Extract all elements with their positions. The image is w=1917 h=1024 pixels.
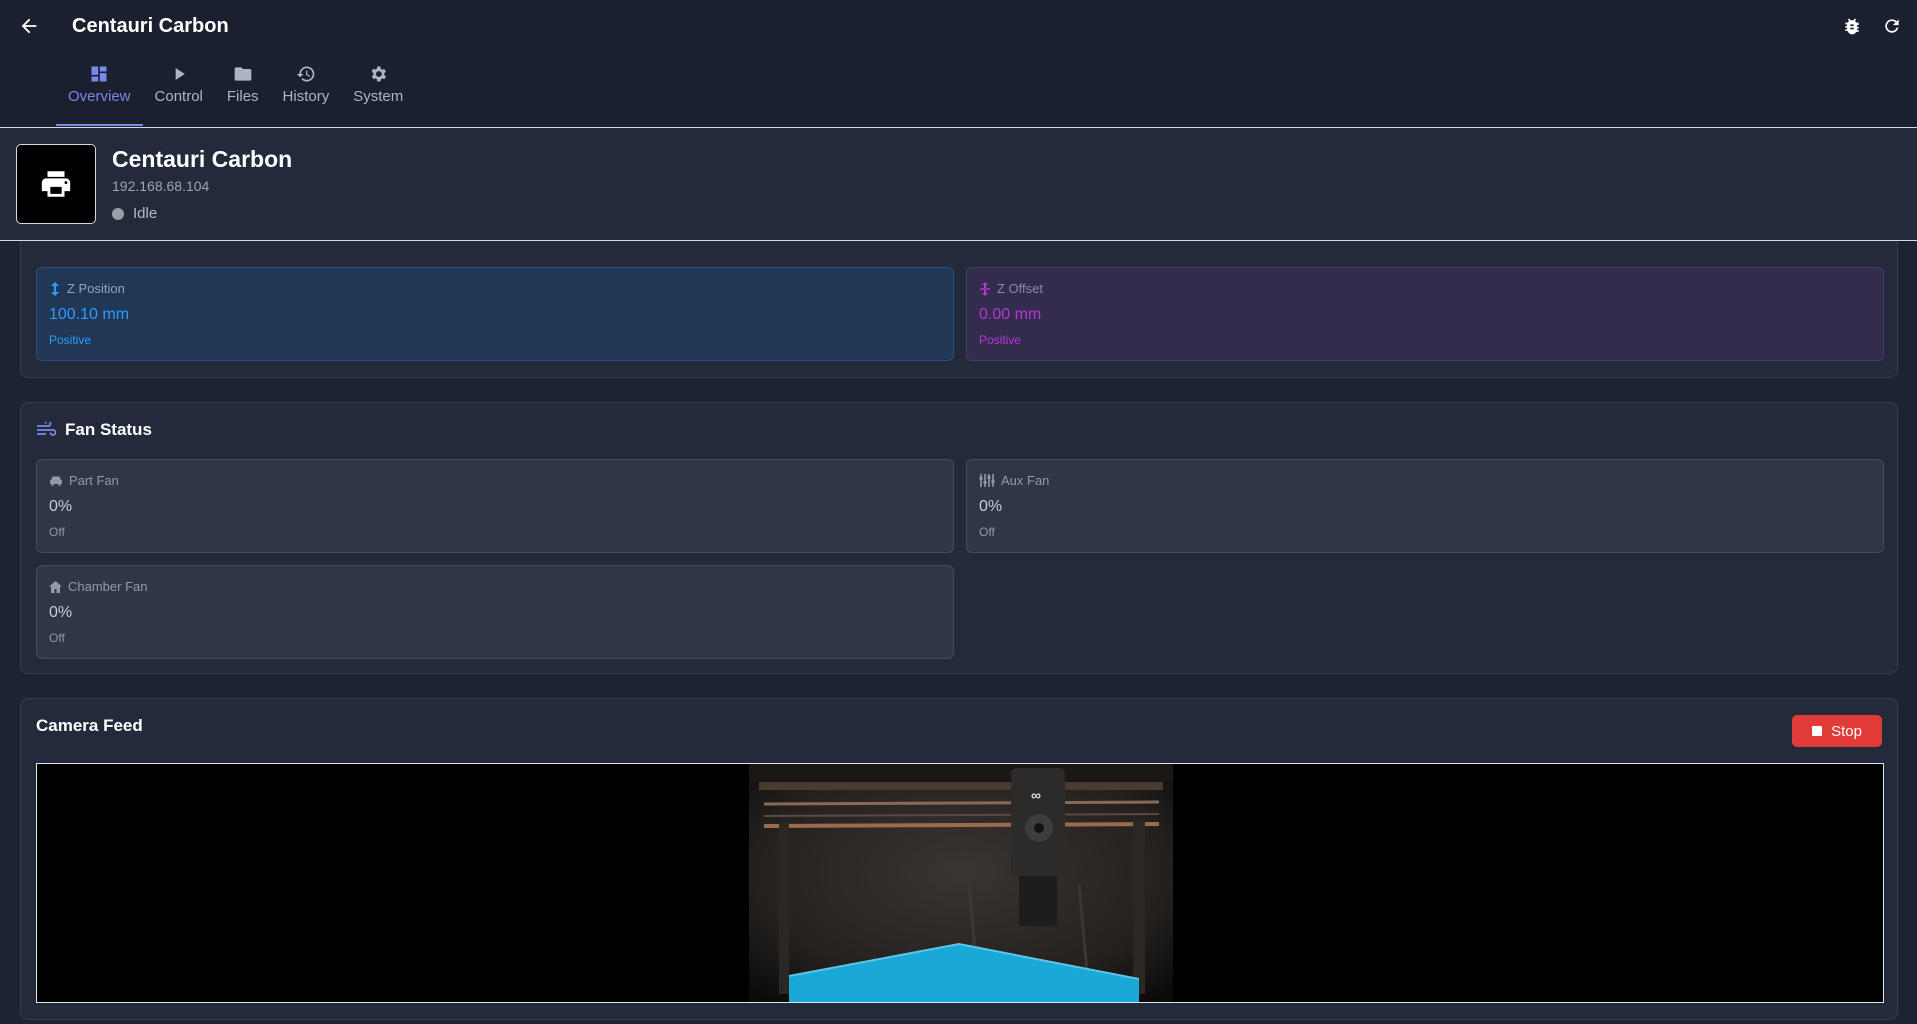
z-position-label: Z Position	[67, 281, 125, 296]
z-position-value: 100.10 mm	[49, 306, 130, 323]
chamber-fan-tile: Chamber Fan 0% Off	[36, 565, 954, 659]
printer-status-text: Idle	[133, 205, 158, 222]
part-fan-label-row: Part Fan	[49, 473, 119, 488]
aux-fan-label: Aux Fan	[1001, 473, 1050, 488]
top-actions	[1837, 11, 1907, 41]
printer-name: Centauri Carbon	[112, 146, 293, 172]
z-offset-label: Z Offset	[997, 281, 1043, 296]
refresh-icon	[1885, 19, 1899, 33]
z-offset-label-row: Z Offset	[979, 281, 1043, 296]
app-bar: Centauri Carbon Overview Control Files H…	[0, 0, 1917, 127]
camera-feed-title: Camera Feed	[36, 716, 143, 735]
aux-fan-sub: Off	[979, 525, 995, 539]
home-icon	[49, 580, 62, 593]
z-position-label-row: Z Position	[49, 281, 125, 296]
camera-feed-section: Camera Feed Stop ∞	[20, 698, 1898, 1020]
z-offset-value: 0.00 mm	[979, 306, 1042, 323]
tab-system[interactable]: System	[341, 64, 415, 126]
stop-camera-button[interactable]: Stop	[1792, 715, 1882, 747]
fan-status-title: Fan Status	[65, 420, 152, 439]
folder-icon	[234, 67, 252, 81]
z-offset-sub: Positive	[979, 333, 1022, 347]
tab-overview-label: Overview	[68, 88, 131, 105]
part-fan-sub: Off	[49, 525, 65, 539]
camera-image: ∞	[749, 764, 1173, 1002]
printer-header: Centauri Carbon 192.168.68.104 Idle	[0, 127, 1917, 241]
fan-status-section: Fan Status Part Fan 0% Off Aux Fan 0% Of…	[20, 402, 1898, 674]
fan-status-title-row: Fan Status	[36, 420, 152, 440]
wind-icon	[37, 422, 56, 436]
chamber-fan-label: Chamber Fan	[68, 579, 148, 594]
refresh-button[interactable]	[1877, 11, 1907, 41]
back-button[interactable]	[14, 11, 44, 41]
tab-control-label: Control	[154, 88, 203, 105]
tab-files-label: Files	[226, 88, 259, 105]
aux-fan-value: 0%	[979, 498, 1003, 515]
aux-fan-tile: Aux Fan 0% Off	[966, 459, 1884, 553]
chamber-fan-value: 0%	[49, 604, 73, 621]
tab-overview[interactable]: Overview	[56, 64, 143, 126]
printer-icon	[41, 171, 71, 197]
camera-frame: ∞	[36, 763, 1884, 1003]
stop-square-icon	[1812, 726, 1823, 736]
offset-icon	[980, 281, 990, 296]
status-dot-icon	[112, 207, 124, 220]
z-position-tile: Z Position 100.10 mm Positive	[36, 267, 954, 361]
part-fan-tile: Part Fan 0% Off	[36, 459, 954, 553]
car-fan-icon	[50, 476, 62, 486]
history-icon	[296, 66, 315, 82]
debug-button[interactable]	[1837, 11, 1867, 41]
stop-camera-label: Stop	[1831, 722, 1862, 740]
sliders-icon	[979, 474, 995, 487]
tab-system-label: System	[353, 88, 404, 105]
tab-history[interactable]: History	[271, 64, 342, 126]
app-title: Centauri Carbon	[72, 15, 229, 37]
chamber-fan-sub: Off	[49, 631, 65, 645]
play-icon	[175, 68, 185, 80]
tab-control[interactable]: Control	[143, 64, 215, 126]
aux-fan-label-row: Aux Fan	[979, 473, 1049, 488]
svg-text:∞: ∞	[1031, 787, 1041, 803]
part-fan-value: 0%	[49, 498, 73, 515]
part-fan-label: Part Fan	[69, 473, 119, 488]
chamber-fan-label-row: Chamber Fan	[49, 579, 147, 594]
back-arrow-icon	[21, 18, 37, 34]
z-position-sub: Positive	[49, 333, 92, 347]
printer-avatar	[16, 144, 96, 224]
tab-bar: Overview Control Files History System	[56, 64, 415, 126]
tab-history-label: History	[282, 88, 330, 105]
dashboard-icon	[91, 66, 107, 82]
vertical-arrows-icon	[51, 281, 59, 296]
gear-icon	[371, 66, 387, 82]
printer-ip: 192.168.68.104	[112, 178, 210, 194]
printer-status: Idle	[112, 205, 157, 222]
bug-icon	[1845, 18, 1859, 35]
tab-files[interactable]: Files	[215, 64, 271, 126]
z-offset-tile: Z Offset 0.00 mm Positive	[966, 267, 1884, 361]
